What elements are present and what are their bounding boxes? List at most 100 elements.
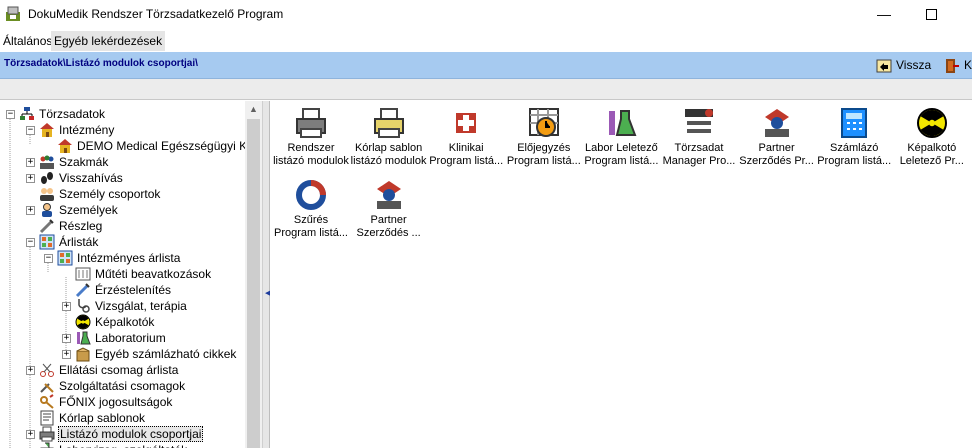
tree-expander[interactable]: + [26,366,35,375]
title-bar: DokuMedik Rendszer Törzsadatkezelő Progr… [0,0,972,30]
tree-item[interactable]: Személy csoportok [39,186,161,202]
menu-other-queries[interactable]: Egyéb lekérdezések [51,31,166,51]
phoenix-key-icon [39,394,55,410]
module-sublabel: Szerződés Pr... [739,155,814,167]
tree-item-label: Laboratorium [95,331,166,345]
minimize-button[interactable]: — [862,4,906,24]
tree-expander[interactable]: − [26,126,35,135]
toolbar-strip [0,79,972,100]
module-sublabel: Program listá... [429,155,504,167]
person-group-icon [39,186,55,202]
module-sublabel: Program listá... [584,155,659,167]
stethoscope-icon [75,298,91,314]
module-item[interactable]: Rendszer listázó modulok [272,103,350,169]
tree-expander[interactable]: − [44,254,53,263]
tree-item[interactable]: FŐNIX jogosultságok [39,394,173,410]
module-sublabel: listázó modulok [273,155,349,167]
people-group-icon [39,154,55,170]
tree-expander[interactable]: + [62,302,71,311]
module-label: Törzsadat [674,142,724,154]
module-sublabel: Program listá... [817,155,892,167]
scroll-thumb[interactable] [247,119,260,448]
module-item[interactable]: Labor Leletező Program listá... [582,103,660,169]
tree-item[interactable]: Laboratorium [75,330,167,346]
module-item[interactable]: Szűrés Program listá... [272,175,350,241]
tree-expander[interactable]: + [26,158,35,167]
calculator-grid-icon [57,250,73,266]
tree-item[interactable]: Visszahívás [39,170,124,186]
tree-item-label: Kórlap sablonok [59,411,146,425]
module-sublabel: Manager Pro... [662,155,736,167]
tree-expander[interactable]: + [26,174,35,183]
printer-icon [295,107,327,139]
tree-item[interactable]: Képalkotók [75,314,155,330]
printer-icon [39,426,55,442]
module-label: Képalkotó [907,142,957,154]
anesthesia-syringe-icon [75,282,91,298]
institution-house-icon [39,122,55,138]
calculator-grid-icon [39,234,55,250]
tree-expander[interactable]: − [6,110,15,119]
tree-item-label: Képalkotók [95,315,155,329]
tree-pane: − Törzsadatok − Intézmény DEMO Medical Egész… [0,101,262,448]
screening-cycle-icon [295,179,327,211]
app-icon [6,6,20,21]
back-label: Vissza [896,58,932,72]
radiation-icon [916,107,948,139]
module-item[interactable]: Számlázó Program listá... [815,103,893,169]
tree-item[interactable]: Listázó modulok csoportjai [39,426,204,442]
tree-item[interactable]: Egyéb számlázható cikkek [75,346,237,362]
module-label: Számlázó [830,142,879,154]
tree-item[interactable]: Szakmák [39,154,109,170]
tree-expander[interactable]: + [62,350,71,359]
tree-item[interactable]: Kórlap sablonok [39,410,146,426]
tree-expander[interactable]: + [62,334,71,343]
module-item[interactable]: Előjegyzés Program listá... [505,103,583,169]
module-item[interactable]: Partner Szerződés ... [350,175,428,241]
printer-yellow-icon [373,107,405,139]
tree-item[interactable]: Intézmény [39,122,115,138]
tree-item[interactable]: DEMO Medical Egészségügyi Kft. [57,138,258,154]
recall-footprints-icon [39,170,55,186]
path-bar: Törzsadatok\Listázó modulok csoportjai\ … [0,52,972,79]
tree-item-label: Árlisták [59,235,99,249]
tree-item-label: FŐNIX jogosultságok [59,395,173,409]
module-label: Rendszer [287,142,335,154]
tree-item-label: Ellátási csomag árlista [59,363,179,377]
scroll-up-arrow-icon[interactable]: ▲ [245,101,262,118]
tree-item[interactable]: Laborvizsg. szolgáltatók [39,442,188,448]
tree-scrollbar[interactable]: ▲ [245,101,262,448]
menu-general[interactable]: Általános [0,31,55,51]
tree-expander[interactable]: − [26,238,35,247]
module-item[interactable]: Klinikai Program listá... [427,103,505,169]
tree-item[interactable]: Részleg [39,218,103,234]
breadcrumb: Törzsadatok\Listázó modulok csoportjai\ [4,58,198,69]
tree-item[interactable]: Érzéstelenítés [75,282,172,298]
module-item[interactable]: Képalkotó Leletező Pr... [893,103,971,169]
pane-splitter[interactable]: ◀ [262,101,270,448]
maximize-button[interactable] [909,4,953,24]
tree-item[interactable]: Vizsgálat, terápia [75,298,188,314]
tree-item-label: Visszahívás [59,171,123,185]
module-label: Labor Leletező [585,142,658,154]
tree-expander[interactable]: + [26,430,35,439]
clinic-cross-icon [450,107,482,139]
tree-item[interactable]: Szolgáltatási csomagok [39,378,186,394]
module-item[interactable]: Partner Szerződés Pr... [738,103,816,169]
tree-item[interactable]: Műtéti beavatkozások [75,266,212,282]
close-module-button[interactable]: K [944,56,972,74]
tree-item-label: Személyek [59,203,118,217]
master-data-tools-icon [683,107,715,139]
tree-item-label: Egyéb számlázható cikkek [95,347,237,361]
module-label: Előjegyzés [517,142,571,154]
tree-item[interactable]: Ellátási csomag árlista [39,362,179,378]
lab-provider-icon [39,442,55,448]
tree-item[interactable]: Árlisták [39,234,99,250]
tree-item[interactable]: Törzsadatok [19,106,106,122]
tree-item[interactable]: Személyek [39,202,119,218]
module-item[interactable]: Kórlap sablon listázó modulok [350,103,428,169]
module-item[interactable]: Törzsadat Manager Pro... [660,103,738,169]
back-button[interactable]: Vissza [876,56,931,74]
tree-expander[interactable]: + [26,206,35,215]
tree-item[interactable]: Intézményes árlista [57,250,181,266]
